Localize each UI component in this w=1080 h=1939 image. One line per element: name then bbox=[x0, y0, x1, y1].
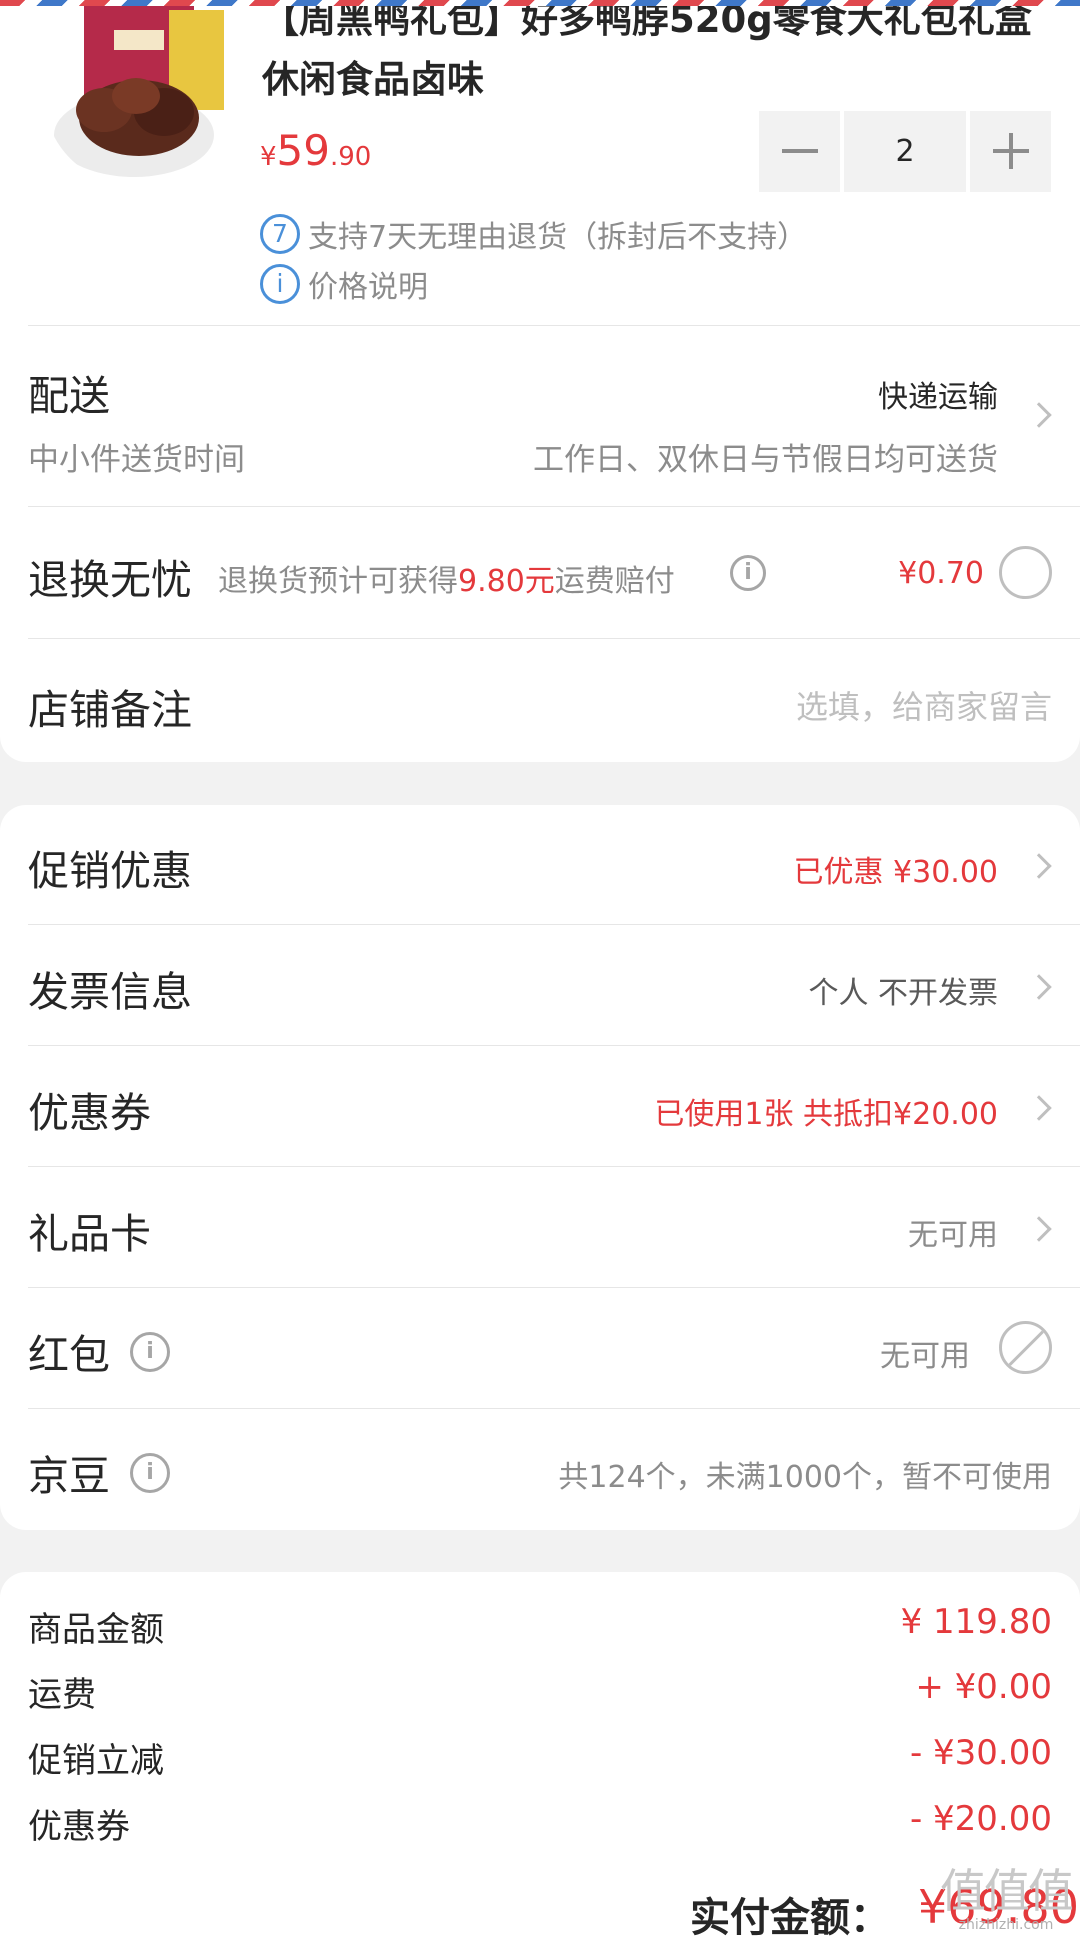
info-icon[interactable]: i bbox=[130, 1453, 170, 1493]
order-item-card: 【周黑鸭礼包】好多鸭脖520g零食大礼包礼盒休闲食品卤味 ¥59.90 2 7 … bbox=[0, 0, 1080, 762]
discounts-card: 促销优惠 已优惠 ¥30.00 发票信息 个人 不开发票 优惠券 已使用1张 共… bbox=[0, 805, 1080, 1530]
invoice-value: 个人 不开发票 bbox=[808, 976, 998, 1011]
return-insurance-desc-suffix: 运费赔付 bbox=[554, 564, 675, 599]
chevron-right-icon bbox=[1026, 1216, 1052, 1242]
price-decimal: .90 bbox=[330, 142, 372, 172]
divider bbox=[28, 638, 1080, 639]
total-payment-label: 实付金额： bbox=[690, 1895, 890, 1939]
delivery-time-label: 中小件送货时间 bbox=[28, 442, 245, 478]
divider bbox=[28, 924, 1080, 925]
delivery-label: 配送 bbox=[28, 372, 110, 420]
red-packet-value: 无可用 bbox=[880, 1339, 970, 1374]
return-policy-text: 支持7天无理由退货（拆封后不支持） bbox=[308, 220, 808, 255]
divider bbox=[28, 1166, 1080, 1167]
quantity-stepper: 2 bbox=[759, 111, 1051, 192]
promotion-value: 已优惠 ¥30.00 bbox=[793, 855, 998, 890]
goods-amount-label: 商品金额 bbox=[28, 1610, 164, 1650]
price-note-text: 价格说明 bbox=[308, 270, 428, 305]
divider bbox=[28, 325, 1080, 326]
return-policy-notice: 7 支持7天无理由退货（拆封后不支持） bbox=[260, 212, 807, 256]
coupon-deduction-value: - ¥20.00 bbox=[909, 1799, 1052, 1839]
promo-deduction-value: - ¥30.00 bbox=[909, 1733, 1052, 1773]
jingdou-value: 共124个，未满1000个，暂不可使用 bbox=[558, 1460, 1052, 1495]
coupon-value: 已使用1张 共抵扣¥20.00 bbox=[654, 1097, 998, 1132]
divider bbox=[28, 1287, 1080, 1288]
plus-icon bbox=[1009, 133, 1013, 169]
increase-quantity-button[interactable] bbox=[970, 111, 1051, 192]
decrease-quantity-button[interactable] bbox=[759, 111, 840, 192]
invoice-label: 发票信息 bbox=[28, 968, 192, 1016]
divider bbox=[28, 1045, 1080, 1046]
chevron-right-icon bbox=[1026, 974, 1052, 1000]
promo-deduction-label: 促销立减 bbox=[28, 1741, 164, 1781]
red-packet-label: 红包 bbox=[28, 1331, 110, 1379]
airmail-border-decoration bbox=[0, 0, 1080, 6]
watermark-url: zhizhizhi.com bbox=[958, 1917, 1054, 1933]
return-insurance-checkbox[interactable] bbox=[999, 546, 1052, 599]
goods-amount-value: ¥ 119.80 bbox=[900, 1602, 1052, 1642]
quantity-input[interactable]: 2 bbox=[844, 111, 966, 192]
shipping-value: + ¥0.00 bbox=[915, 1667, 1052, 1707]
shipping-label: 运费 bbox=[28, 1675, 96, 1715]
jingdou-label: 京豆 bbox=[28, 1452, 110, 1500]
watermark-text: 值值值 bbox=[940, 1864, 1074, 1918]
info-icon[interactable]: i bbox=[130, 1332, 170, 1372]
info-icon: i bbox=[260, 264, 300, 304]
delivery-time-value: 工作日、双休日与节假日均可送货 bbox=[533, 442, 998, 478]
return-insurance-label: 退换无忧 bbox=[28, 556, 192, 604]
store-note-input[interactable]: 选填，给商家留言 bbox=[796, 682, 1052, 728]
return-insurance-desc: 退换货预计可获得9.80元运费赔付 bbox=[218, 556, 675, 600]
store-note-label: 店铺备注 bbox=[28, 686, 192, 734]
coupon-label: 优惠券 bbox=[28, 1089, 151, 1137]
chevron-right-icon bbox=[1026, 853, 1052, 879]
promotion-label: 促销优惠 bbox=[28, 847, 192, 895]
product-price: ¥59.90 bbox=[260, 126, 371, 175]
return-insurance-price: ¥0.70 bbox=[898, 556, 984, 591]
price-currency: ¥ bbox=[260, 142, 277, 172]
minus-icon bbox=[782, 149, 818, 153]
chevron-right-icon bbox=[1026, 402, 1052, 428]
product-image[interactable] bbox=[44, 0, 232, 185]
divider bbox=[28, 506, 1080, 507]
delivery-method: 快递运输 bbox=[878, 380, 998, 415]
coupon-deduction-label: 优惠券 bbox=[28, 1807, 130, 1847]
gift-card-value: 无可用 bbox=[908, 1218, 998, 1253]
return-insurance-desc-prefix: 退换货预计可获得 bbox=[218, 564, 458, 599]
divider bbox=[28, 1408, 1080, 1409]
return-insurance-amount: 9.80元 bbox=[458, 564, 555, 599]
watermark-logo: 值值值 zhizhizhi.com bbox=[940, 1855, 1074, 1933]
price-integer: 59 bbox=[276, 126, 330, 175]
gift-card-label: 礼品卡 bbox=[28, 1210, 151, 1258]
seven-day-return-icon: 7 bbox=[260, 214, 300, 254]
product-title[interactable]: 【周黑鸭礼包】好多鸭脖520g零食大礼包礼盒休闲食品卤味 bbox=[262, 0, 1052, 110]
chevron-right-icon bbox=[1026, 1095, 1052, 1121]
disabled-icon bbox=[999, 1321, 1052, 1374]
info-icon[interactable]: i bbox=[730, 555, 766, 591]
price-note-link[interactable]: i 价格说明 bbox=[260, 262, 428, 306]
